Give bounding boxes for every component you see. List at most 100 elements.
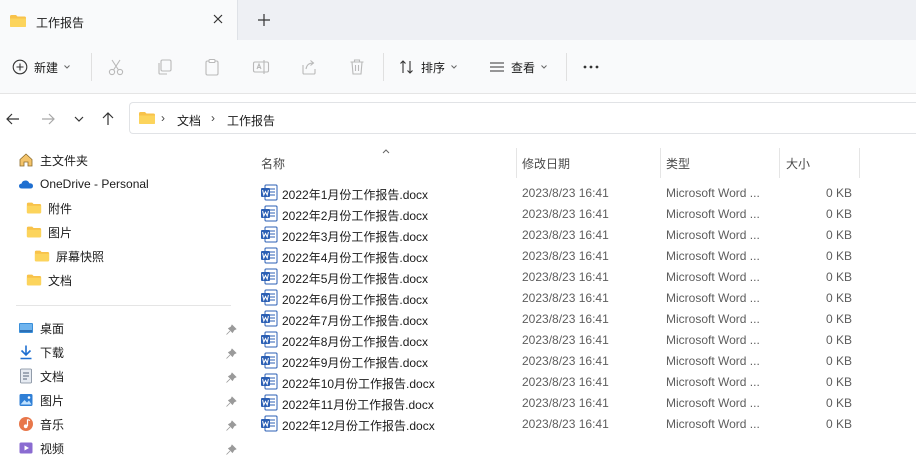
home-icon	[19, 153, 33, 167]
nav-item-desktop[interactable]: 桌面	[18, 316, 64, 340]
breadcrumb-chevron-icon[interactable]: ›	[161, 111, 165, 125]
column-divider[interactable]	[859, 148, 860, 178]
file-name: 2022年5月份工作报告.docx	[282, 272, 429, 286]
paste-icon[interactable]	[202, 57, 222, 77]
pin-icon[interactable]	[225, 444, 237, 455]
word-document-icon	[261, 310, 278, 327]
file-row[interactable]: 2022年4月份工作报告.docx 2023/8/23 16:41 Microsof…	[256, 245, 856, 266]
pin-icon[interactable]	[225, 348, 237, 360]
pin-icon[interactable]	[225, 396, 237, 408]
recent-locations-icon[interactable]	[71, 111, 87, 127]
file-modified: 2023/8/23 16:41	[522, 270, 609, 284]
nav-item-pictures-folder[interactable]: 图片	[26, 220, 72, 244]
file-row[interactable]: 2022年3月份工作报告.docx 2023/8/23 16:41 Microsof…	[256, 224, 856, 245]
rename-icon[interactable]	[251, 57, 271, 77]
nav-item-music[interactable]: 音乐	[18, 412, 64, 436]
file-row[interactable]: 2022年1月份工作报告.docx 2023/8/23 16:41 Microsof…	[256, 182, 856, 203]
file-type: Microsoft Word ...	[666, 396, 760, 410]
folder-icon	[26, 274, 42, 286]
file-type: Microsoft Word ...	[666, 417, 760, 431]
new-tab-icon[interactable]	[256, 12, 272, 28]
more-options-icon[interactable]	[581, 57, 601, 77]
nav-item-downloads[interactable]: 下载	[18, 340, 64, 364]
word-document-icon	[261, 205, 278, 222]
navigation-pane: 主文件夹 OneDrive - Personal 附件 图片 屏幕快照 文档 桌…	[0, 144, 244, 455]
file-row[interactable]: 2022年7月份工作报告.docx 2023/8/23 16:41 Microsof…	[256, 308, 856, 329]
forward-icon[interactable]	[40, 111, 56, 127]
word-document-icon	[261, 289, 278, 306]
file-row[interactable]: 2022年11月份工作报告.docx 2023/8/23 16:41 Microso…	[256, 392, 856, 413]
tab-title: 工作报告	[36, 16, 85, 30]
file-row[interactable]: 2022年6月份工作报告.docx 2023/8/23 16:41 Microsof…	[256, 287, 856, 308]
column-header-type[interactable]: 类型	[666, 155, 690, 172]
file-name: 2022年12月份工作报告.docx	[282, 419, 435, 433]
column-divider[interactable]	[779, 148, 780, 178]
file-row[interactable]: 2022年10月份工作报告.docx 2023/8/23 16:41 Microso…	[256, 371, 856, 392]
nav-item-screenshots[interactable]: 屏幕快照	[34, 244, 104, 268]
file-type: Microsoft Word ...	[666, 249, 760, 263]
breadcrumb-chevron-icon[interactable]: ›	[211, 111, 215, 125]
column-divider[interactable]	[516, 148, 517, 178]
file-name: 2022年3月份工作报告.docx	[282, 230, 429, 244]
word-document-icon	[261, 394, 278, 411]
nav-item-pictures[interactable]: 图片	[18, 388, 64, 412]
sort-button[interactable]: 排序	[399, 40, 458, 94]
address-bar[interactable]: › 文档 › 工作报告	[129, 102, 916, 134]
command-bar: 新建 排序 查看	[0, 40, 916, 94]
file-type: Microsoft Word ...	[666, 228, 760, 242]
tab-work-reports[interactable]: 工作报告	[0, 0, 238, 40]
pin-icon[interactable]	[225, 420, 237, 432]
nav-item-onedrive[interactable]: OneDrive - Personal	[18, 172, 149, 196]
file-row[interactable]: 2022年9月份工作报告.docx 2023/8/23 16:41 Microsof…	[256, 350, 856, 371]
file-modified: 2023/8/23 16:41	[522, 312, 609, 326]
file-row[interactable]: 2022年12月份工作报告.docx 2023/8/23 16:41 Microso…	[256, 413, 856, 434]
file-list: 名称 修改日期 类型 大小 2022年1月份工作报告.docx 2023/8/23…	[244, 144, 916, 455]
file-row[interactable]: 2022年2月份工作报告.docx 2023/8/23 16:41 Microsof…	[256, 203, 856, 224]
desktop-icon	[19, 323, 33, 333]
pin-icon[interactable]	[225, 324, 237, 336]
file-modified: 2023/8/23 16:41	[522, 291, 609, 305]
column-header-size[interactable]: 大小	[786, 155, 810, 172]
nav-item-documents[interactable]: 文档	[18, 364, 64, 388]
nav-item-home[interactable]: 主文件夹	[18, 148, 88, 172]
file-type: Microsoft Word ...	[666, 375, 760, 389]
file-modified: 2023/8/23 16:41	[522, 249, 609, 263]
file-type: Microsoft Word ...	[666, 207, 760, 221]
column-header-name[interactable]: 名称	[261, 155, 285, 172]
file-type: Microsoft Word ...	[666, 312, 760, 326]
file-name: 2022年11月份工作报告.docx	[282, 398, 434, 412]
file-type: Microsoft Word ...	[666, 333, 760, 347]
cut-icon[interactable]	[106, 57, 126, 77]
sort-ascending-icon	[382, 149, 390, 154]
nav-divider	[16, 305, 231, 306]
nav-item-documents-folder[interactable]: 文档	[26, 268, 72, 292]
breadcrumb-documents[interactable]: 文档	[177, 112, 201, 129]
chevron-down-icon	[451, 65, 457, 69]
music-icon	[19, 417, 33, 431]
column-divider[interactable]	[660, 148, 661, 178]
new-button-label: 新建	[34, 60, 59, 75]
back-icon[interactable]	[5, 111, 21, 127]
word-document-icon	[261, 226, 278, 243]
copy-icon[interactable]	[155, 57, 175, 77]
new-button[interactable]: 新建	[12, 40, 71, 94]
file-modified: 2023/8/23 16:41	[522, 396, 609, 410]
nav-item-videos[interactable]: 视频	[18, 436, 64, 455]
file-row[interactable]: 2022年8月份工作报告.docx 2023/8/23 16:41 Microsof…	[256, 329, 856, 350]
column-header-modified[interactable]: 修改日期	[522, 155, 570, 172]
share-icon[interactable]	[299, 57, 319, 77]
view-button[interactable]: 查看	[489, 40, 548, 94]
add-circle-icon	[12, 59, 28, 75]
breadcrumb-work-reports[interactable]: 工作报告	[227, 112, 275, 129]
nav-item-attachments[interactable]: 附件	[26, 196, 72, 220]
file-type: Microsoft Word ...	[666, 270, 760, 284]
close-icon[interactable]	[211, 12, 225, 26]
file-name: 2022年2月份工作报告.docx	[282, 209, 429, 223]
pin-icon[interactable]	[225, 372, 237, 384]
file-size: 0 KB	[825, 186, 852, 200]
file-row[interactable]: 2022年5月份工作报告.docx 2023/8/23 16:41 Microsof…	[256, 266, 856, 287]
up-icon[interactable]	[100, 111, 116, 127]
delete-icon[interactable]	[347, 57, 367, 77]
file-name: 2022年10月份工作报告.docx	[282, 377, 435, 391]
word-document-icon	[261, 268, 278, 285]
